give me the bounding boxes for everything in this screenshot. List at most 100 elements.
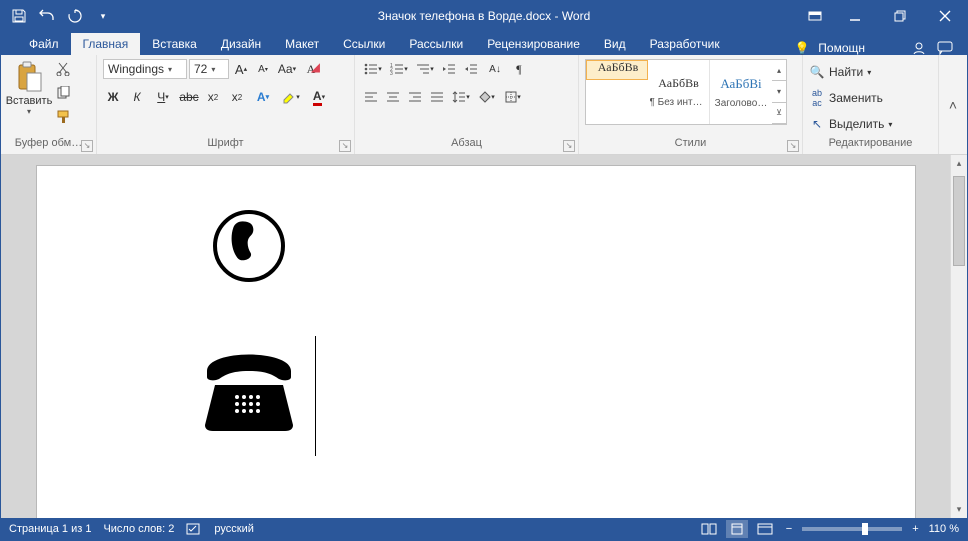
numbering-icon[interactable]: 123▾ — [387, 59, 411, 79]
tab-references[interactable]: Ссылки — [331, 33, 397, 55]
change-case-icon[interactable]: Aa▾ — [275, 59, 299, 79]
sort-icon[interactable]: A↓ — [483, 59, 507, 79]
select-button[interactable]: ↖Выделить ▾ — [809, 113, 892, 135]
tell-me-icon[interactable]: 💡 — [792, 41, 812, 55]
copy-icon[interactable] — [53, 83, 73, 103]
replace-icon: abac — [809, 88, 825, 108]
styles-scroll-down-icon[interactable]: ▾ — [772, 81, 786, 102]
indent-increase-icon[interactable] — [461, 59, 481, 79]
paste-label: Вставить — [6, 95, 53, 107]
font-group-label: Шрифт — [207, 137, 243, 149]
qat-customize-icon[interactable]: ▾ — [91, 4, 115, 28]
comments-icon[interactable] — [937, 41, 957, 55]
multilevel-icon[interactable]: ▾ — [413, 59, 437, 79]
vertical-scrollbar[interactable]: ▴ ▾ — [950, 155, 967, 518]
style-normal[interactable]: АаБбВв ¶ Обычный — [586, 60, 648, 80]
shrink-font-icon[interactable]: A▾ — [253, 59, 273, 79]
close-button[interactable] — [922, 1, 967, 31]
superscript-button[interactable]: x2 — [227, 87, 247, 107]
restore-button[interactable] — [877, 1, 922, 31]
shading-icon[interactable]: ▾ — [475, 87, 499, 107]
strike-button[interactable]: abc — [179, 87, 199, 107]
styles-expand-icon[interactable]: ⊻ — [772, 103, 786, 124]
align-left-icon[interactable] — [361, 87, 381, 107]
bullets-icon[interactable]: ▾ — [361, 59, 385, 79]
share-icon[interactable] — [911, 41, 931, 55]
scroll-thumb[interactable] — [953, 176, 965, 266]
tab-insert[interactable]: Вставка — [140, 33, 209, 55]
tab-view[interactable]: Вид — [592, 33, 638, 55]
zoom-level[interactable]: 110 % — [929, 523, 959, 535]
zoom-slider[interactable] — [802, 527, 902, 531]
style-no-spacing[interactable]: АаБбВв ¶ Без инте… — [648, 60, 710, 124]
bold-button[interactable]: Ж — [103, 87, 123, 107]
font-dialog-icon[interactable]: ↘ — [339, 140, 351, 152]
styles-group-label: Стили — [675, 137, 707, 149]
undo-icon[interactable] — [35, 4, 59, 28]
styles-scroll-up-icon[interactable]: ▴ — [772, 60, 786, 81]
find-button[interactable]: 🔍Найти ▾ — [809, 61, 892, 83]
zoom-out-icon[interactable]: − — [782, 523, 796, 535]
status-page[interactable]: Страница 1 из 1 — [9, 523, 91, 535]
editing-group-label: Редактирование — [829, 137, 913, 149]
tell-me-label[interactable]: Помощн — [818, 41, 865, 55]
paste-button[interactable]: Вставить ▾ — [7, 59, 51, 131]
svg-text:3: 3 — [390, 71, 393, 75]
spellcheck-icon[interactable] — [186, 522, 202, 536]
paste-icon — [13, 61, 45, 93]
font-name-select[interactable]: Wingdings▾ — [103, 59, 187, 79]
text-effects-icon[interactable]: A▾ — [251, 87, 275, 107]
zoom-in-icon[interactable]: + — [908, 523, 922, 535]
grow-font-icon[interactable]: A▴ — [231, 59, 251, 79]
styles-gallery: АаБбВв ¶ Обычный АаБбВв ¶ Без инте… АаБб… — [585, 59, 787, 125]
borders-icon[interactable]: ▾ — [501, 87, 525, 107]
ribbon-display-icon[interactable] — [798, 1, 832, 31]
styles-dialog-icon[interactable]: ↘ — [787, 140, 799, 152]
tab-file[interactable]: Файл — [17, 33, 71, 55]
font-size-select[interactable]: 72▾ — [189, 59, 229, 79]
read-mode-icon[interactable] — [698, 520, 720, 538]
cut-icon[interactable] — [53, 59, 73, 79]
justify-icon[interactable] — [427, 87, 447, 107]
scroll-down-icon[interactable]: ▾ — [951, 501, 967, 518]
show-marks-icon[interactable]: ¶ — [509, 59, 529, 79]
clipboard-dialog-icon[interactable]: ↘ — [81, 140, 93, 152]
subscript-button[interactable]: x2 — [203, 87, 223, 107]
tab-layout[interactable]: Макет — [273, 33, 331, 55]
tab-review[interactable]: Рецензирование — [475, 33, 592, 55]
web-layout-icon[interactable] — [754, 520, 776, 538]
italic-button[interactable]: К — [127, 87, 147, 107]
paragraph-dialog-icon[interactable]: ↘ — [563, 140, 575, 152]
minimize-button[interactable] — [832, 1, 877, 31]
status-words[interactable]: Число слов: 2 — [103, 523, 174, 535]
align-center-icon[interactable] — [383, 87, 403, 107]
save-icon[interactable] — [7, 4, 31, 28]
text-cursor — [315, 336, 316, 456]
style-heading1[interactable]: АаБбВі Заголово… — [710, 60, 772, 124]
redo-icon[interactable] — [63, 4, 87, 28]
replace-button[interactable]: abacЗаменить — [809, 87, 892, 109]
tab-design[interactable]: Дизайн — [209, 33, 273, 55]
scroll-up-icon[interactable]: ▴ — [951, 155, 967, 172]
format-painter-icon[interactable] — [53, 107, 73, 127]
status-bar: Страница 1 из 1 Число слов: 2 русский − … — [1, 518, 967, 540]
line-spacing-icon[interactable]: ▾ — [449, 87, 473, 107]
print-layout-icon[interactable] — [726, 520, 748, 538]
paragraph-group-label: Абзац — [451, 137, 482, 149]
document-area: ▴ ▾ — [1, 155, 967, 518]
font-color-icon[interactable]: A▾ — [307, 87, 331, 107]
tab-mailings[interactable]: Рассылки — [397, 33, 475, 55]
collapse-ribbon-icon[interactable]: ˄ — [939, 55, 967, 154]
tab-home[interactable]: Главная — [71, 33, 141, 55]
document-page[interactable] — [36, 165, 916, 518]
status-language[interactable]: русский — [214, 523, 253, 535]
clear-format-icon[interactable]: A◢ — [301, 59, 321, 79]
ribbon-tabs: Файл Главная Вставка Дизайн Макет Ссылки… — [1, 31, 967, 55]
highlight-icon[interactable]: ▾ — [279, 87, 303, 107]
indent-decrease-icon[interactable] — [439, 59, 459, 79]
window-controls — [798, 1, 967, 31]
tab-developer[interactable]: Разработчик — [638, 33, 732, 55]
underline-button[interactable]: Ч▾ — [151, 87, 175, 107]
align-right-icon[interactable] — [405, 87, 425, 107]
ribbon: Вставить ▾ Буфер обм…↘ Wingdings▾ — [1, 55, 967, 155]
